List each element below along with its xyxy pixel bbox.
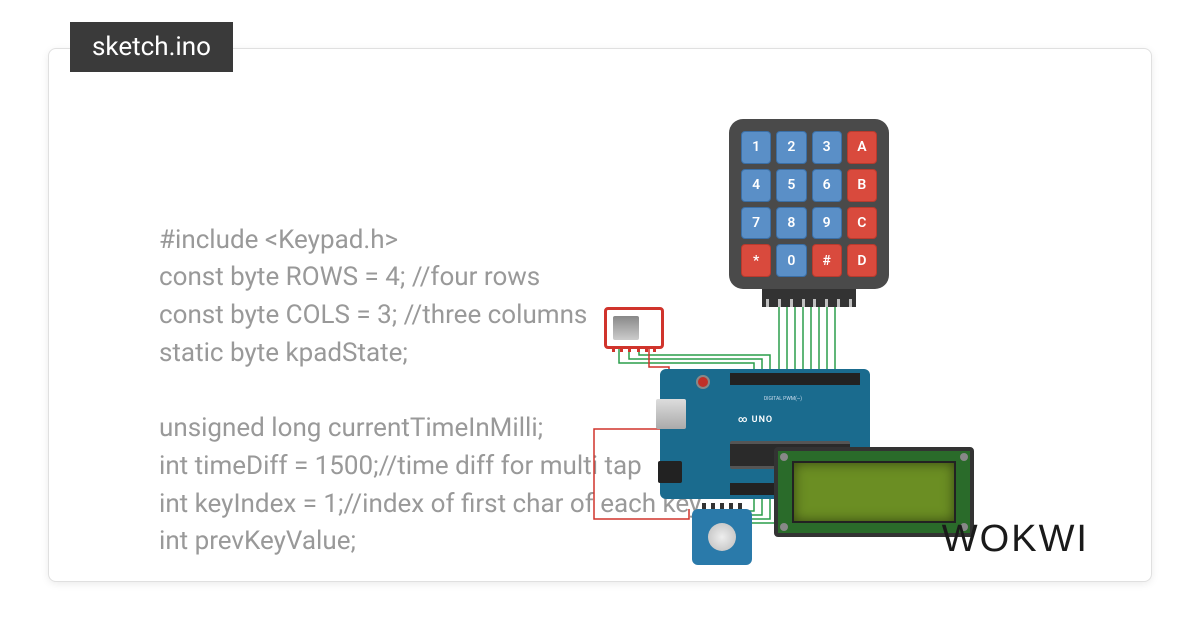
keypad-key-hash[interactable]: #: [812, 244, 842, 277]
code-line: int prevKeyValue;: [159, 526, 356, 556]
sd-pins: [609, 346, 659, 352]
arduino-power-jack: [658, 461, 682, 483]
keypad-key-4[interactable]: 4: [741, 169, 771, 202]
keypad-key-2[interactable]: 2: [776, 131, 806, 164]
arduino-header-digital: [730, 373, 860, 385]
code-line: unsigned long currentTimeInMilli;: [159, 413, 543, 443]
lcd-mount-hole: [780, 523, 788, 531]
lcd-mount-hole: [960, 453, 968, 461]
lcd-screen: [792, 461, 956, 523]
code-line: #include <Keypad.h>: [159, 225, 398, 255]
code-line: const byte ROWS = 4; //four rows: [159, 262, 540, 292]
code-line: static byte kpadState;: [159, 338, 408, 368]
keypad-connector: [762, 289, 856, 307]
keypad-key-1[interactable]: 1: [741, 131, 771, 164]
keypad-key-7[interactable]: 7: [741, 207, 771, 240]
sd-slot-icon: [613, 316, 639, 340]
rtc-battery-icon: [708, 523, 736, 551]
keypad-key-8[interactable]: 8: [776, 207, 806, 240]
arduino-reset-button[interactable]: [696, 375, 710, 389]
keypad-key-9[interactable]: 9: [812, 207, 842, 240]
arduino-board-label: ∞ UNO: [738, 415, 773, 425]
rtc-module[interactable]: [692, 509, 752, 565]
keypad-key-3[interactable]: 3: [812, 131, 842, 164]
wokwi-logo: WOKWI: [942, 518, 1089, 561]
lcd-mount-hole: [780, 453, 788, 461]
arduino-usb-port: [656, 399, 686, 429]
keypad-key-c[interactable]: C: [847, 207, 877, 240]
rtc-pins: [700, 503, 744, 509]
keypad-key-6[interactable]: 6: [812, 169, 842, 202]
file-tab[interactable]: sketch.ino: [70, 22, 233, 72]
circuit-diagram[interactable]: 1 2 3 A 4 5 6 B 7 8 9 C * 0 # D: [494, 119, 954, 549]
keypad-key-0[interactable]: 0: [776, 244, 806, 277]
keypad-key-b[interactable]: B: [847, 169, 877, 202]
arduino-digital-label: DIGITAL PWM(~): [764, 396, 802, 402]
file-tab-label: sketch.ino: [92, 32, 211, 62]
editor-card: #include <Keypad.h> const byte ROWS = 4;…: [48, 48, 1152, 582]
keypad-key-d[interactable]: D: [847, 244, 877, 277]
keypad-key-star[interactable]: *: [741, 244, 771, 277]
keypad-key-a[interactable]: A: [847, 131, 877, 164]
keypad-4x4[interactable]: 1 2 3 A 4 5 6 B 7 8 9 C * 0 # D: [729, 119, 889, 289]
keypad-grid: 1 2 3 A 4 5 6 B 7 8 9 C * 0 # D: [741, 131, 877, 277]
keypad-key-5[interactable]: 5: [776, 169, 806, 202]
microsd-module[interactable]: [604, 307, 664, 349]
